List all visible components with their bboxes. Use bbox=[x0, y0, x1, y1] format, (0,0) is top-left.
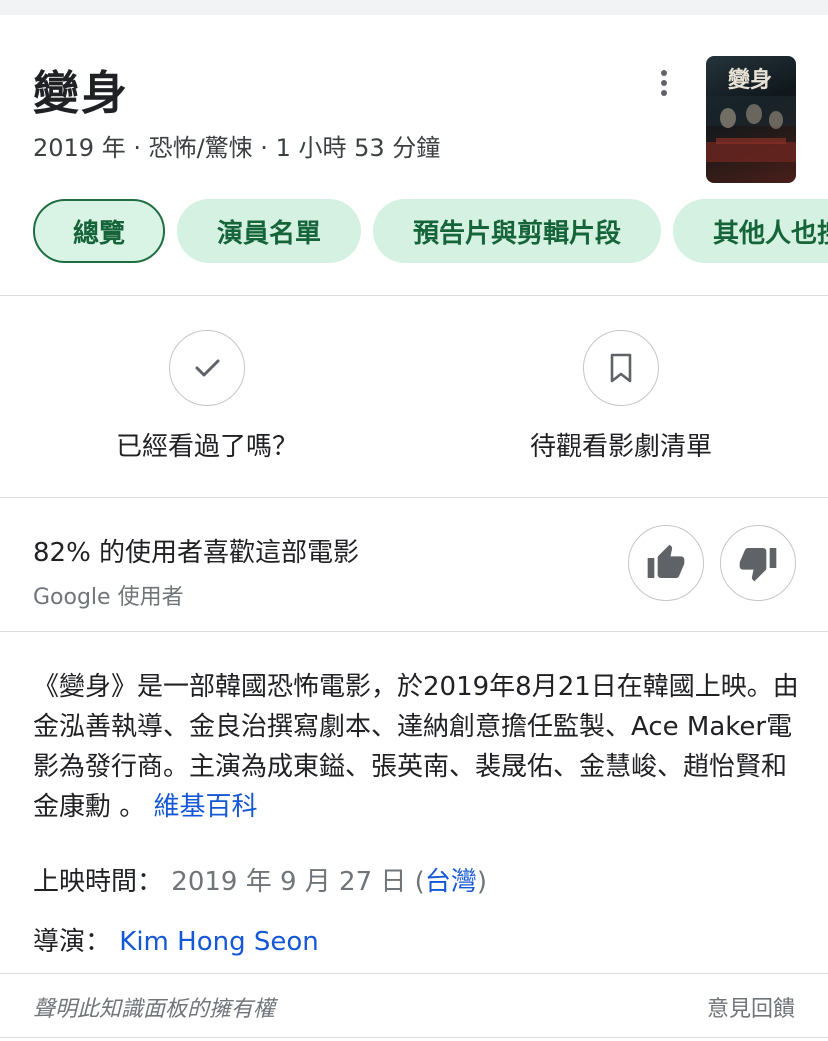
divider bbox=[0, 631, 828, 632]
more-vert-icon bbox=[661, 70, 667, 96]
feedback-link[interactable]: 意見回饋 bbox=[707, 991, 795, 1023]
watchlist-button[interactable]: 待觀看影劇清單 bbox=[491, 330, 751, 463]
release-open-paren: ( bbox=[406, 867, 425, 897]
more-options-button[interactable] bbox=[648, 67, 680, 99]
bookmark-icon bbox=[610, 353, 632, 383]
wikipedia-link[interactable]: 維基百科 bbox=[154, 792, 258, 822]
divider bbox=[0, 497, 828, 498]
description: 《變身》是一部韓國恐怖電影，於2019年8月21日在韓國上映。由金泓善執導、金良… bbox=[33, 667, 803, 827]
dislike-button[interactable] bbox=[720, 525, 796, 601]
director-link[interactable]: Kim Hong Seon bbox=[119, 927, 318, 957]
release-region-link[interactable]: 台灣 bbox=[425, 867, 477, 897]
knowledge-panel: 變身 2019 年 · 恐怖/驚悚 · 1 小時 53 分鐘 變身 總覽 演員名… bbox=[0, 15, 828, 1041]
tab-overview[interactable]: 總覽 bbox=[33, 199, 166, 263]
thumbs-up-icon bbox=[647, 544, 685, 578]
checkmark-icon bbox=[195, 359, 220, 377]
release-date: 2019 年 9 月 27 日 bbox=[171, 867, 407, 897]
watched-button[interactable]: 已經看過了嗎？ bbox=[77, 330, 337, 463]
like-button[interactable] bbox=[628, 525, 704, 601]
claim-panel-link[interactable]: 聲明此知識面板的擁有權 bbox=[33, 991, 275, 1023]
tab-trailers[interactable]: 預告片與剪輯片段 bbox=[373, 199, 662, 263]
release-close-paren: ) bbox=[476, 867, 487, 897]
tab-cast[interactable]: 演員名單 bbox=[177, 199, 362, 263]
release-label: 上映時間： bbox=[33, 867, 164, 897]
watched-label: 已經看過了嗎？ bbox=[115, 432, 298, 462]
director-label: 導演： bbox=[33, 927, 112, 957]
watched-circle bbox=[169, 330, 245, 406]
tab-chips: 總覽 演員名單 預告片與剪輯片段 其他人也搜尋了 bbox=[33, 199, 828, 263]
description-text: 《變身》是一部韓國恐怖電影，於2019年8月21日在韓國上映。由金泓善執導、金良… bbox=[33, 672, 799, 822]
divider bbox=[0, 295, 828, 296]
watchlist-circle bbox=[583, 330, 659, 406]
director-row: 導演： Kim Hong Seon bbox=[33, 921, 319, 958]
rating-text: 82% 的使用者喜歡這部電影 bbox=[33, 538, 360, 568]
divider bbox=[0, 1037, 828, 1038]
movie-title: 變身 bbox=[33, 66, 129, 120]
rating-source: Google 使用者 bbox=[33, 585, 184, 610]
movie-poster[interactable]: 變身 bbox=[706, 56, 796, 183]
movie-subtitle: 2019 年 · 恐怖/驚悚 · 1 小時 53 分鐘 bbox=[33, 134, 441, 162]
divider bbox=[0, 973, 828, 974]
release-row: 上映時間： 2019 年 9 月 27 日 (台灣) bbox=[33, 861, 487, 898]
thumbs-down-icon bbox=[739, 548, 777, 582]
poster-art bbox=[706, 96, 796, 162]
watchlist-label: 待觀看影劇清單 bbox=[529, 432, 712, 462]
tab-people-also-search[interactable]: 其他人也搜尋了 bbox=[673, 199, 828, 263]
